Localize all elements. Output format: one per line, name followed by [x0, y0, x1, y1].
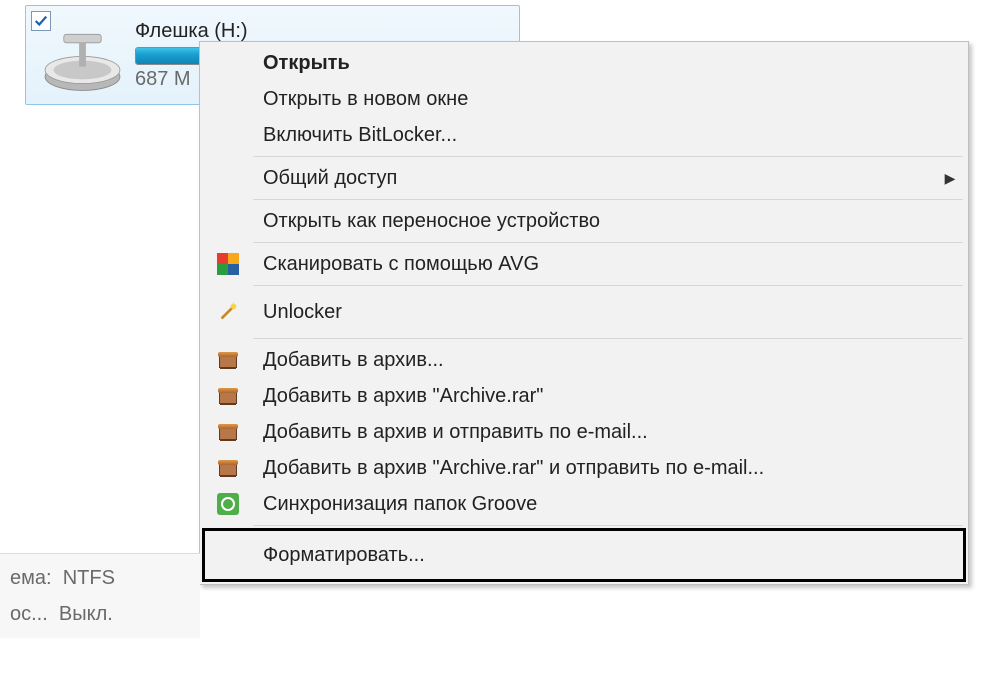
- fs-value: NTFS: [63, 567, 115, 589]
- blank-icon: [203, 117, 253, 153]
- menu-open-new-window[interactable]: Открыть в новом окне: [203, 81, 965, 117]
- compress-value: Выкл.: [59, 603, 113, 625]
- blank-icon: [203, 160, 253, 196]
- context-menu: Открыть Открыть в новом окне Включить Bi…: [199, 41, 969, 585]
- fs-row: ема: NTFS: [10, 560, 190, 596]
- blank-icon: [203, 203, 253, 239]
- menu-separator: [253, 338, 963, 339]
- menu-separator: [253, 285, 963, 286]
- menu-separator: [253, 525, 963, 526]
- menu-open-portable[interactable]: Открыть как переносное устройство: [203, 203, 965, 239]
- groove-icon: [203, 486, 253, 522]
- menu-add-named-and-email[interactable]: Добавить в архив "Archive.rar" и отправи…: [203, 450, 965, 486]
- menu-share[interactable]: Общий доступ ▶: [203, 160, 965, 196]
- menu-separator: [253, 199, 963, 200]
- menu-enable-bitlocker[interactable]: Включить BitLocker...: [203, 117, 965, 153]
- winrar-icon: [203, 378, 253, 414]
- winrar-icon: [203, 450, 253, 486]
- fs-label: ема:: [10, 567, 52, 589]
- blank-icon: [203, 81, 253, 117]
- wand-icon: [203, 289, 253, 335]
- compress-row: ос... Выкл.: [10, 596, 190, 632]
- menu-format[interactable]: Форматировать...: [203, 529, 965, 581]
- menu-add-to-archive-named[interactable]: Добавить в архив "Archive.rar": [203, 378, 965, 414]
- menu-add-and-email[interactable]: Добавить в архив и отправить по e-mail..…: [203, 414, 965, 450]
- drive-icon: [40, 24, 125, 99]
- submenu-arrow-icon: ▶: [935, 170, 965, 187]
- menu-unlocker[interactable]: Unlocker: [203, 289, 965, 335]
- blank-icon: [203, 45, 253, 81]
- details-panel: ема: NTFS ос... Выкл.: [0, 553, 200, 638]
- compress-label: ос...: [10, 603, 48, 625]
- menu-separator: [253, 156, 963, 157]
- winrar-icon: [203, 414, 253, 450]
- menu-scan-avg[interactable]: Сканировать с помощью AVG: [203, 246, 965, 282]
- avg-icon: [203, 246, 253, 282]
- drive-name: Флешка (H:): [135, 20, 513, 43]
- menu-separator: [253, 242, 963, 243]
- menu-add-to-archive[interactable]: Добавить в архив...: [203, 342, 965, 378]
- blank-icon: [203, 529, 253, 581]
- winrar-icon: [203, 342, 253, 378]
- menu-open[interactable]: Открыть: [203, 45, 965, 81]
- menu-groove-sync[interactable]: Синхронизация папок Groove: [203, 486, 965, 522]
